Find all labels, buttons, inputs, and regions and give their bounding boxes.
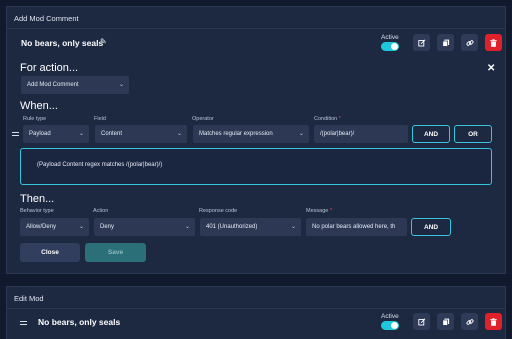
chevron-down-icon: ⌄ bbox=[290, 224, 296, 230]
link-icon bbox=[465, 318, 474, 325]
close-button[interactable]: Close bbox=[20, 243, 80, 262]
behavior-type-select[interactable]: Allow/Deny ⌄ bbox=[20, 218, 89, 236]
response-code-label: Response code bbox=[199, 208, 238, 214]
delete-button[interactable] bbox=[485, 34, 502, 51]
operator-label: Operator bbox=[192, 116, 214, 122]
rule-name: No bears, only seals bbox=[38, 317, 121, 327]
panel-header: Add Mod Comment bbox=[7, 7, 505, 29]
link-button[interactable] bbox=[461, 313, 478, 330]
or-button[interactable]: OR bbox=[454, 125, 492, 143]
edit-button[interactable] bbox=[413, 34, 430, 51]
condition-input[interactable]: /(polar|bear)/ bbox=[314, 125, 408, 143]
field-select[interactable]: Content ⌄ bbox=[95, 125, 187, 143]
then-title: Then... bbox=[20, 193, 55, 205]
close-icon[interactable]: ✕ bbox=[487, 63, 495, 74]
then-and-button[interactable]: AND bbox=[411, 218, 451, 236]
when-title: When... bbox=[20, 100, 58, 112]
trash-icon bbox=[490, 38, 497, 47]
active-toggle[interactable] bbox=[381, 321, 399, 330]
delete-button[interactable] bbox=[485, 313, 502, 330]
link-icon bbox=[465, 39, 474, 46]
condition-label: Condition * bbox=[314, 116, 341, 122]
rule-type-value: Payload bbox=[29, 131, 51, 137]
add-mod-comment-panel: Add Mod Comment No bears, only seals ✎ A… bbox=[6, 6, 506, 274]
behavior-type-value: Allow/Deny bbox=[26, 224, 57, 230]
chevron-down-icon: ⌄ bbox=[78, 131, 84, 137]
for-action-title: For action... bbox=[20, 62, 79, 74]
rule-name: No bears, only seals bbox=[21, 38, 104, 48]
field-value: Content bbox=[101, 131, 123, 137]
chevron-down-icon: ⌄ bbox=[78, 224, 84, 230]
operator-value: Matches regular expression bbox=[199, 131, 273, 137]
link-button[interactable] bbox=[461, 34, 478, 51]
action-select-value: Add Mod Comment bbox=[27, 82, 79, 88]
response-code-value: 401 (Unauthorized) bbox=[206, 224, 258, 230]
panel-header: Edit Mod bbox=[7, 287, 505, 309]
active-toggle[interactable] bbox=[381, 42, 399, 51]
edit-name-icon[interactable]: ✎ bbox=[100, 37, 107, 46]
and-button[interactable]: AND bbox=[412, 125, 450, 143]
response-code-select[interactable]: 401 (Unauthorized) ⌄ bbox=[200, 218, 301, 236]
message-label: Message * bbox=[306, 208, 332, 214]
edit-icon bbox=[417, 38, 425, 46]
edit-icon bbox=[417, 317, 425, 325]
copy-button[interactable] bbox=[437, 313, 454, 330]
save-button[interactable]: Save bbox=[85, 243, 146, 262]
field-label: Field bbox=[94, 116, 106, 122]
action-label: Action bbox=[93, 208, 109, 214]
operator-select[interactable]: Matches regular expression ⌄ bbox=[193, 125, 309, 143]
copy-button[interactable] bbox=[437, 34, 454, 51]
chevron-down-icon: ⌄ bbox=[298, 131, 304, 137]
copy-icon bbox=[441, 39, 449, 47]
edit-button[interactable] bbox=[413, 313, 430, 330]
action-select[interactable]: Add Mod Comment ⌄ bbox=[21, 76, 129, 94]
action-type-select[interactable]: Deny ⌄ bbox=[94, 218, 195, 236]
active-label: Active bbox=[381, 313, 399, 320]
rule-type-label: Rule type bbox=[23, 116, 47, 122]
action-type-value: Deny bbox=[100, 224, 115, 230]
message-input[interactable]: No polar bears allowed here, th bbox=[306, 218, 407, 236]
copy-icon bbox=[441, 318, 449, 326]
active-label: Active bbox=[381, 34, 399, 41]
drag-handle-icon[interactable] bbox=[20, 321, 27, 325]
drag-handle-icon[interactable] bbox=[12, 132, 19, 136]
trash-icon bbox=[490, 317, 497, 326]
chevron-down-icon: ⌄ bbox=[184, 224, 190, 230]
edit-mod-panel: Edit Mod No bears, only seals Active bbox=[6, 286, 506, 339]
condition-preview: (Payload Content regex matches /(polar|b… bbox=[20, 148, 492, 185]
toggle-knob bbox=[391, 322, 398, 329]
chevron-down-icon: ⌄ bbox=[176, 131, 182, 137]
rule-type-select[interactable]: Payload ⌄ bbox=[23, 125, 89, 143]
chevron-down-icon: ⌄ bbox=[118, 82, 124, 88]
toggle-knob bbox=[391, 43, 398, 50]
behavior-type-label: Behavior type bbox=[20, 208, 54, 214]
